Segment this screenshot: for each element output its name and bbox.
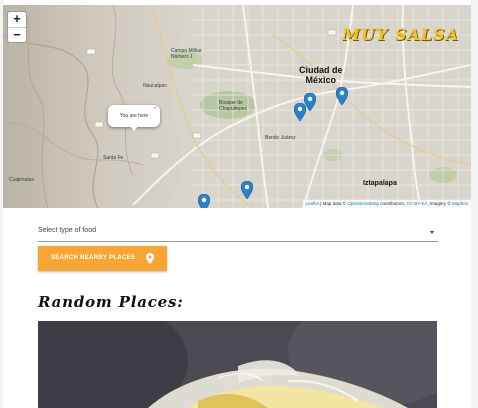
random-place-photo[interactable]	[38, 321, 437, 408]
map-label-campo: Campo Militar Número 1	[171, 48, 202, 60]
attribution-text: | Map data ©	[319, 201, 348, 206]
leaflet-link[interactable]: Leaflet	[306, 201, 320, 206]
map-label-naucalpan: Naucalpan	[143, 83, 167, 89]
map-marker-icon[interactable]	[241, 181, 253, 199]
district-label: Iztapalapa	[363, 180, 397, 187]
map-label-cuajimalpa: Cuajimalpa	[9, 177, 35, 183]
food-type-select[interactable]: Select type of food	[38, 223, 438, 242]
dropdown-caret-icon	[430, 231, 434, 234]
zoom-in-button[interactable]: +	[8, 12, 26, 27]
map-label-chapultepec: Bosque de Chapultepec	[219, 100, 248, 112]
app-root: + − MUY SALSA Ciudad de México Iztapalap…	[0, 0, 478, 408]
location-popup: × You are here	[108, 105, 160, 131]
map-label-benito-juarez: Benito Juárez	[265, 135, 296, 141]
map-pin-icon	[146, 253, 154, 264]
map-marker-icon[interactable]	[198, 194, 210, 208]
map-view[interactable]: + − MUY SALSA Ciudad de México Iztapalap…	[3, 5, 471, 208]
city-label: Ciudad de México	[299, 65, 343, 85]
map-label-santa-fe: Santa Fe	[103, 155, 124, 161]
license-link[interactable]: CC-BY-SA	[406, 201, 427, 206]
random-places-heading: Random Places:	[38, 293, 184, 311]
map-marker-icon[interactable]	[336, 87, 348, 105]
food-type-select-value: Select type of food	[38, 227, 96, 234]
attribution-contributors: contributors,	[379, 201, 407, 206]
brand-logo: MUY SALSA	[342, 25, 459, 44]
mapbox-link[interactable]: Mapbox	[452, 201, 468, 206]
search-nearby-label: SEARCH NEARBY PLACES	[51, 255, 136, 261]
popup-tip	[130, 126, 138, 131]
attribution-imagery: , Imagery ©	[427, 201, 452, 206]
zoom-out-button[interactable]: −	[8, 27, 26, 42]
page-container: + − MUY SALSA Ciudad de México Iztapalap…	[3, 0, 471, 408]
map-marker-icon[interactable]	[304, 93, 316, 111]
search-nearby-button[interactable]: SEARCH NEARBY PLACES	[38, 246, 167, 271]
osm-link[interactable]: OpenStreetMap	[347, 201, 379, 206]
popup-text: You are here	[119, 113, 149, 119]
zoom-control: + −	[7, 11, 27, 43]
popup-close-icon[interactable]: ×	[153, 106, 157, 112]
map-attribution: Leaflet | Map data © OpenStreetMap contr…	[302, 200, 471, 208]
food-photo-image	[38, 321, 437, 408]
